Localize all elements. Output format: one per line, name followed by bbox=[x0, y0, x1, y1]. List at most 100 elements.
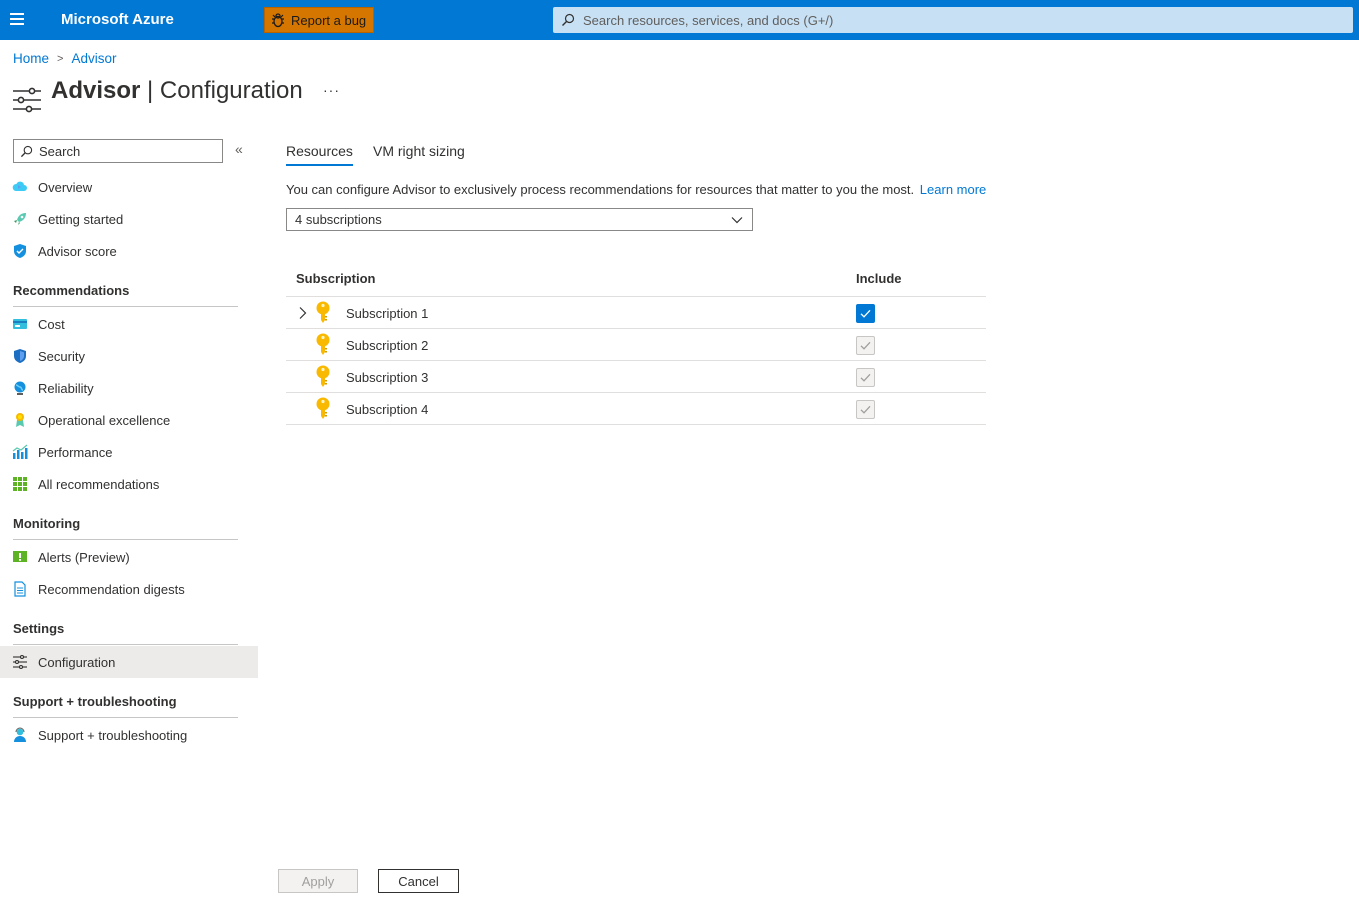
collapse-sidebar-button[interactable]: « bbox=[235, 141, 243, 157]
divider bbox=[13, 306, 238, 307]
more-options-button[interactable]: ··· bbox=[323, 82, 340, 98]
sidebar-item-operational-excellence[interactable]: Operational excellence bbox=[0, 404, 258, 436]
search-icon bbox=[20, 145, 33, 157]
support-person-icon bbox=[12, 727, 28, 743]
bug-icon bbox=[272, 13, 284, 28]
sidebar-item-label: All recommendations bbox=[38, 476, 160, 492]
table-row: Subscription 1 bbox=[286, 297, 986, 329]
sidebar-item-overview[interactable]: Overview bbox=[0, 171, 258, 203]
sidebar-item-all-recommendations[interactable]: All recommendations bbox=[0, 468, 258, 500]
sidebar-item-support-troubleshooting[interactable]: Support + troubleshooting bbox=[0, 719, 258, 751]
column-header-subscription[interactable]: Subscription bbox=[296, 271, 375, 286]
sidebar-item-label: Recommendation digests bbox=[38, 581, 185, 597]
sidebar-item-cost[interactable]: Cost bbox=[0, 308, 258, 340]
subscription-name: Subscription 2 bbox=[346, 338, 429, 353]
table-row: Subscription 3 bbox=[286, 361, 986, 393]
divider bbox=[13, 644, 238, 645]
sidebar-item-label: Getting started bbox=[38, 211, 124, 227]
cancel-button[interactable]: Cancel bbox=[378, 869, 459, 893]
sidebar-item-getting-started[interactable]: Getting started bbox=[0, 203, 258, 235]
key-icon bbox=[316, 397, 330, 419]
table-row: Subscription 4 bbox=[286, 393, 986, 425]
security-shield-icon bbox=[12, 348, 28, 364]
checkmark-icon bbox=[860, 341, 871, 350]
sidebar-item-label: Operational excellence bbox=[38, 412, 171, 428]
subscription-name: Subscription 4 bbox=[346, 402, 429, 417]
shield-score-icon bbox=[12, 243, 28, 259]
grid-icon bbox=[12, 476, 28, 492]
learn-more-link[interactable]: Learn more bbox=[920, 182, 986, 197]
global-search-placeholder: Search resources, services, and docs (G+… bbox=[583, 12, 834, 28]
sidebar-item-recommendation-digests[interactable]: Recommendation digests bbox=[0, 573, 258, 605]
global-search-input[interactable]: Search resources, services, and docs (G+… bbox=[553, 7, 1353, 33]
subscription-name: Subscription 3 bbox=[346, 370, 429, 385]
document-icon bbox=[12, 581, 28, 597]
sidebar-item-label: Cost bbox=[38, 316, 65, 332]
hamburger-menu-icon[interactable] bbox=[10, 13, 24, 25]
key-icon bbox=[316, 365, 330, 387]
section-heading-recommendations: Recommendations bbox=[13, 283, 130, 298]
tab-vm-right-sizing[interactable]: VM right sizing bbox=[373, 143, 465, 159]
rocket-icon bbox=[12, 211, 28, 227]
report-bug-button[interactable]: Report a bug bbox=[264, 7, 374, 33]
breadcrumb-home-link[interactable]: Home bbox=[13, 51, 49, 66]
sidebar-item-configuration[interactable]: Configuration bbox=[0, 646, 258, 678]
performance-chart-icon bbox=[12, 444, 28, 460]
include-checkbox[interactable] bbox=[856, 304, 875, 323]
table-row: Subscription 2 bbox=[286, 329, 986, 361]
description-body: You can configure Advisor to exclusively… bbox=[286, 182, 915, 197]
alert-icon bbox=[12, 549, 28, 565]
table-divider bbox=[286, 424, 986, 425]
sliders-title-icon bbox=[13, 87, 41, 113]
sidebar-item-advisor-score[interactable]: Advisor score bbox=[0, 235, 258, 267]
sidebar-item-label: Reliability bbox=[38, 380, 94, 396]
section-heading-monitoring: Monitoring bbox=[13, 516, 81, 531]
include-checkbox bbox=[856, 336, 875, 355]
sidebar-item-alerts-preview[interactable]: Alerts (Preview) bbox=[0, 541, 258, 573]
sidebar-item-label: Advisor score bbox=[38, 243, 117, 259]
dropdown-value: 4 subscriptions bbox=[295, 212, 382, 227]
top-bar: Microsoft Azure Report a bug Search reso… bbox=[0, 0, 1359, 40]
chevron-down-icon bbox=[731, 217, 743, 224]
sidebar-item-label: Performance bbox=[38, 444, 113, 460]
chevron-right-icon[interactable] bbox=[298, 306, 308, 320]
page-title: Advisor | Configuration bbox=[51, 77, 303, 105]
sidebar-item-security[interactable]: Security bbox=[0, 340, 258, 372]
sidebar-item-performance[interactable]: Performance bbox=[0, 436, 258, 468]
sidebar-item-reliability[interactable]: Reliability bbox=[0, 372, 258, 404]
cost-icon bbox=[12, 316, 28, 332]
checkmark-icon bbox=[860, 405, 871, 414]
sidebar-search-placeholder: Search bbox=[39, 143, 81, 159]
divider bbox=[13, 539, 238, 540]
page-title-rest: | Configuration bbox=[147, 77, 303, 104]
sidebar-item-label: Overview bbox=[38, 179, 93, 195]
key-icon bbox=[316, 333, 330, 355]
description-text: You can configure Advisor to exclusively… bbox=[286, 182, 986, 197]
sidebar-item-label: Security bbox=[38, 348, 85, 364]
search-icon bbox=[562, 13, 575, 26]
apply-button[interactable]: Apply bbox=[278, 869, 358, 893]
section-heading-settings: Settings bbox=[13, 621, 65, 636]
globe-icon bbox=[12, 380, 28, 396]
column-header-include[interactable]: Include bbox=[856, 271, 902, 286]
breadcrumb-separator: > bbox=[57, 52, 64, 65]
divider bbox=[13, 717, 238, 718]
sidebar-item-label: Support + troubleshooting bbox=[38, 727, 188, 743]
include-checkbox bbox=[856, 368, 875, 387]
section-heading-support: Support + troubleshooting bbox=[13, 694, 177, 709]
sidebar-item-label: Configuration bbox=[38, 654, 116, 670]
cloud-icon bbox=[12, 179, 28, 195]
subscriptions-dropdown[interactable]: 4 subscriptions bbox=[286, 208, 753, 231]
sidebar-item-label: Alerts (Preview) bbox=[38, 549, 130, 565]
checkmark-icon bbox=[860, 373, 871, 382]
brand-title[interactable]: Microsoft Azure bbox=[61, 11, 174, 28]
report-bug-label: Report a bug bbox=[291, 12, 367, 28]
key-icon bbox=[316, 301, 330, 323]
checkmark-icon bbox=[860, 309, 871, 318]
sidebar-search-input[interactable]: Search bbox=[13, 139, 223, 163]
page-title-bold: Advisor bbox=[51, 77, 141, 104]
breadcrumb: Home > Advisor bbox=[13, 51, 116, 66]
sliders-icon bbox=[12, 654, 28, 670]
breadcrumb-advisor-link[interactable]: Advisor bbox=[71, 51, 116, 66]
tab-resources[interactable]: Resources bbox=[286, 143, 353, 166]
